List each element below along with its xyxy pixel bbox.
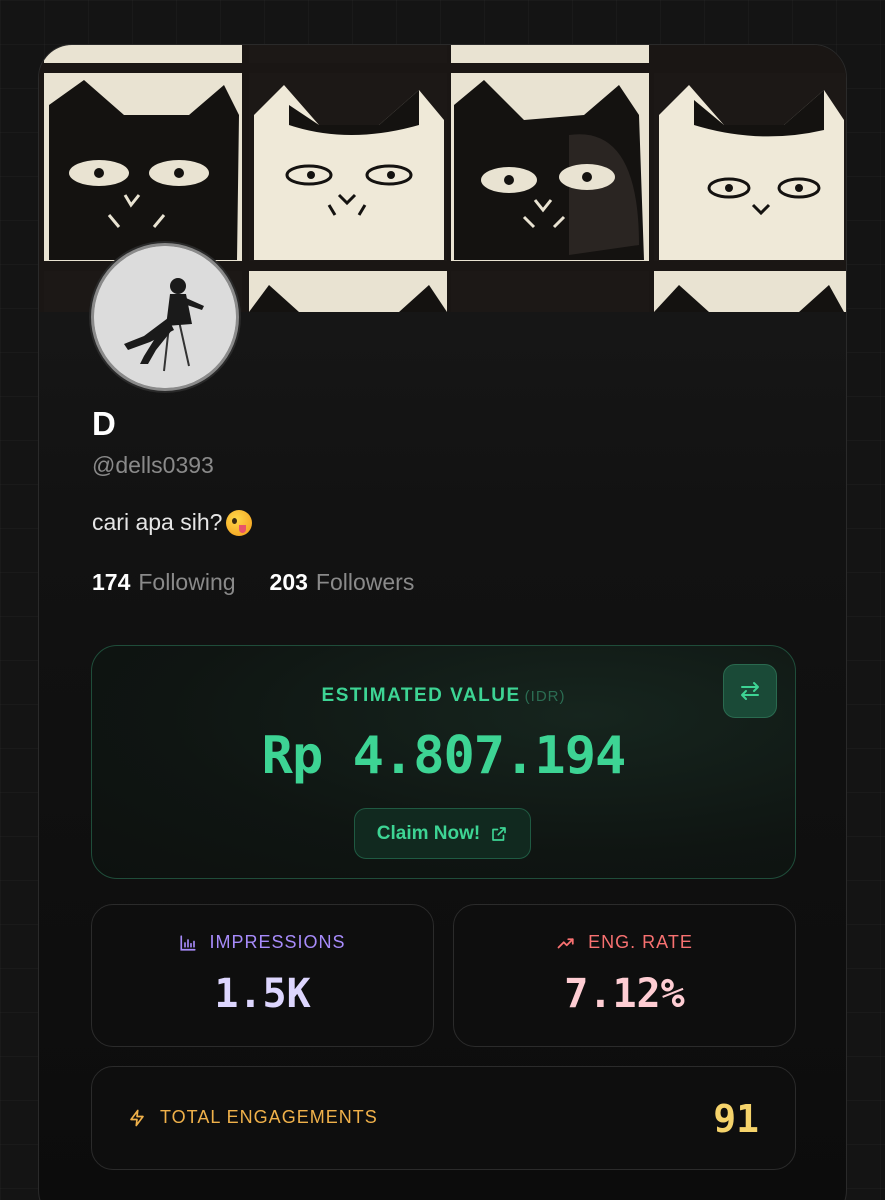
swap-currency-button[interactable] <box>723 664 777 718</box>
swap-arrows-icon <box>741 682 759 700</box>
bar-chart-icon <box>180 934 197 951</box>
profile-card: D @dells0393 cari apa sih? 174 Following … <box>38 44 847 1200</box>
estimated-value-amount: Rp 4.807.194 <box>261 726 627 786</box>
impressions-card: IMPRESSIONS 1.5K <box>91 904 434 1047</box>
claim-now-button[interactable]: Claim Now! <box>354 808 531 859</box>
following-stat[interactable]: 174 Following <box>92 569 236 596</box>
follow-stats: 174 Following 203 Followers <box>92 569 414 596</box>
following-count: 174 <box>92 569 131 595</box>
claim-now-label: Claim Now! <box>376 822 481 844</box>
estimated-value-panel: ESTIMATED VALUE (IDR) Rp 4.807.194 Claim … <box>91 645 796 879</box>
profile-bio: cari apa sih? <box>92 509 253 536</box>
zany-face-emoji-icon <box>226 509 253 536</box>
profile-name: D <box>92 405 116 442</box>
external-link-icon <box>492 826 507 841</box>
profile-handle: @dells0393 <box>92 452 214 478</box>
bio-text: cari apa sih? <box>92 509 223 535</box>
currency-label: (IDR) <box>524 688 566 705</box>
total-engagements-label: TOTAL ENGAGEMENTS <box>160 1107 378 1127</box>
trending-up-icon <box>557 937 574 948</box>
engagement-rate-card: ENG. RATE 7.12% <box>453 904 796 1047</box>
following-label: Following <box>138 569 236 595</box>
estimated-value-title: ESTIMATED VALUE (IDR) <box>92 685 795 707</box>
impressions-label: IMPRESSIONS <box>209 932 346 952</box>
profile-avatar[interactable] <box>91 243 239 391</box>
eng-rate-label: ENG. RATE <box>588 932 693 952</box>
estimated-value-label: ESTIMATED VALUE <box>321 685 521 706</box>
followers-stat[interactable]: 203 Followers <box>270 569 415 596</box>
followers-count: 203 <box>269 569 308 595</box>
total-engagements-card: TOTAL ENGAGEMENTS 91 <box>91 1066 796 1170</box>
lightning-icon <box>130 1109 144 1126</box>
eng-rate-value: 7.12% <box>564 971 685 1017</box>
impressions-value: 1.5K <box>214 971 311 1017</box>
total-engagements-value: 91 <box>713 1097 759 1141</box>
followers-label: Followers <box>315 569 415 595</box>
